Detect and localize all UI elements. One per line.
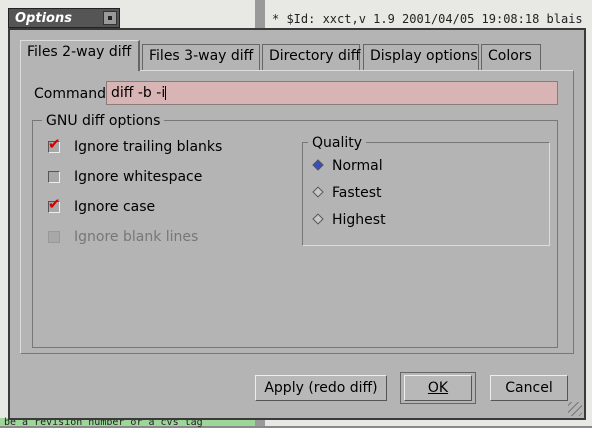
radio-label: Fastest: [332, 185, 382, 201]
resize-grip-icon[interactable]: [568, 402, 582, 416]
tab-files-3-way-diff[interactable]: Files 3-way diff: [142, 44, 260, 70]
gnu-options-title: GNU diff options: [42, 113, 165, 129]
cancel-button[interactable]: Cancel: [490, 375, 568, 401]
text-cursor: [165, 86, 167, 100]
command-input[interactable]: diff -b -i: [106, 81, 558, 105]
radio-label: Highest: [332, 212, 386, 228]
background-right-text: * $Id: xxct,v 1.9 2001/04/05 19:08:18 bl…: [272, 12, 583, 26]
checkbox-label: Ignore whitespace: [74, 169, 203, 185]
options-dialog: Files 2-way diff Files 3-way diff Direct…: [8, 28, 586, 420]
tab-label: Display options: [370, 48, 478, 64]
cancel-label: Cancel: [505, 380, 553, 396]
ok-button[interactable]: OK: [404, 375, 472, 401]
tab-colors[interactable]: Colors: [481, 44, 541, 70]
tab-directory-diff[interactable]: Directory diff: [262, 44, 360, 70]
checkbox-label: Ignore trailing blanks: [74, 139, 223, 155]
window-menu-button[interactable]: [103, 11, 117, 25]
tab-label: Files 3-way diff: [149, 48, 254, 64]
checkbox-unchecked-icon[interactable]: [48, 171, 60, 183]
apply-button[interactable]: Apply (redo diff): [255, 375, 387, 401]
tab-files-2-way-diff[interactable]: Files 2-way diff: [20, 40, 140, 71]
command-value: diff -b -i: [111, 85, 166, 101]
radio-label: Normal: [332, 158, 383, 174]
checkbox-checked-icon[interactable]: [48, 135, 61, 153]
checkbox-label: Ignore blank lines: [74, 229, 199, 245]
window-title: Options: [15, 11, 72, 26]
tab-display-options[interactable]: Display options: [363, 44, 479, 70]
command-label: Command:: [34, 86, 111, 102]
quality-title: Quality: [308, 135, 367, 151]
tab-label: Colors: [488, 48, 532, 64]
tab-label: Files 2-way diff: [27, 44, 132, 60]
window-titlebar[interactable]: Options: [8, 8, 120, 28]
ok-label: OK: [427, 380, 449, 396]
checkbox-disabled-icon: [48, 231, 60, 243]
tab-label: Directory diff: [269, 48, 361, 64]
checkbox-checked-icon[interactable]: [48, 195, 61, 213]
checkbox-label: Ignore case: [74, 199, 156, 215]
